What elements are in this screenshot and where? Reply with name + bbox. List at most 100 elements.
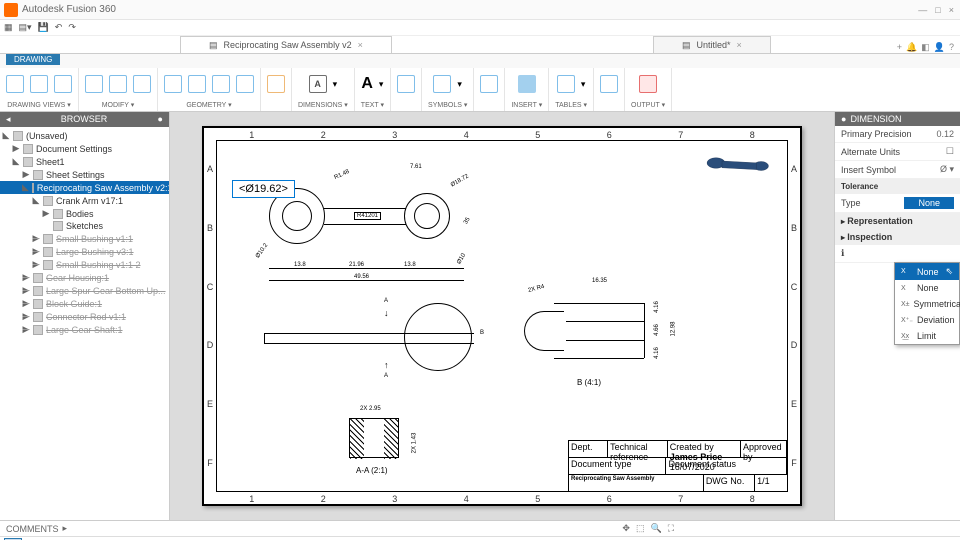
extensions-icon[interactable]: ◧ xyxy=(921,42,930,53)
text-icon[interactable]: A xyxy=(361,75,373,93)
maximize-button[interactable]: □ xyxy=(935,5,940,15)
tree-node[interactable]: ▶Sheet Settings xyxy=(0,168,169,181)
tbl-dropdown-icon[interactable]: ▾ xyxy=(581,79,586,90)
user-icon[interactable]: 👤 xyxy=(934,42,945,53)
move-icon[interactable] xyxy=(85,75,103,93)
tree-node[interactable]: ▶Large Bushing v3:1 xyxy=(0,245,169,258)
panel-info[interactable]: ℹ xyxy=(835,245,960,263)
dimension-edit-input[interactable]: <Ø19.62> xyxy=(232,180,295,198)
dim-2196[interactable]: 21.96 xyxy=(349,262,364,268)
dropdown-item-symmetrical[interactable]: X±Symmetrical xyxy=(895,296,959,312)
pdf-icon[interactable] xyxy=(639,75,657,93)
detail-b-view[interactable] xyxy=(524,293,654,368)
browser-tree[interactable]: ◣(Unsaved)▶Document Settings◣Sheet1▶Shee… xyxy=(0,127,169,520)
detail-circle[interactable] xyxy=(404,303,472,371)
prop-alternate-units[interactable]: Alternate Units☐ xyxy=(835,143,960,161)
dropdown-item-none[interactable]: XNone xyxy=(895,280,959,296)
section-aa-view[interactable] xyxy=(349,418,399,458)
tree-node[interactable]: ▶Bodies xyxy=(0,207,169,220)
ribbon-label[interactable]: SYMBOLS ▾ xyxy=(428,101,467,109)
leader-icon[interactable] xyxy=(397,75,415,93)
tree-node[interactable]: ▶Connector Rod v1:1 xyxy=(0,310,169,323)
section-a-top[interactable]: A xyxy=(384,298,388,304)
rotate-icon[interactable] xyxy=(109,75,127,93)
help-icon[interactable]: ? xyxy=(949,42,954,53)
tree-node[interactable]: ▶Large Gear Shaft:1 xyxy=(0,323,169,336)
tree-node[interactable]: ▶Small Bushing v1:1 2 xyxy=(0,258,169,271)
undo-icon[interactable]: ↶ xyxy=(55,22,63,33)
dim-dropdown-icon[interactable]: ▾ xyxy=(333,79,338,90)
edge-icon[interactable] xyxy=(212,75,230,93)
sketch-icon[interactable] xyxy=(267,75,285,93)
dim-1298[interactable]: 12.98 xyxy=(671,321,677,336)
prop-tolerance-type[interactable]: TypeNone xyxy=(835,194,960,213)
extension-icon[interactable] xyxy=(236,75,254,93)
ribbon-label[interactable]: TABLES ▾ xyxy=(555,101,587,109)
dim-138a[interactable]: 13.8 xyxy=(294,262,306,268)
close-button[interactable]: × xyxy=(949,5,954,15)
pan-icon[interactable]: ✥ xyxy=(622,523,630,534)
table-icon[interactable] xyxy=(557,75,575,93)
tree-node[interactable]: ▶Document Settings xyxy=(0,142,169,155)
save-icon[interactable]: 💾 xyxy=(38,22,49,33)
title-block[interactable]: Dept. Technical reference Created byJame… xyxy=(568,440,788,492)
redo-icon[interactable]: ↷ xyxy=(68,22,76,33)
text-dropdown-icon[interactable]: ▾ xyxy=(379,79,384,90)
detail-b[interactable]: B xyxy=(480,330,484,336)
tree-node[interactable]: Sketches xyxy=(0,220,169,232)
tree-node[interactable]: ▶Large Spur Gear Bottom Up... xyxy=(0,284,169,297)
ribbon-label[interactable]: GEOMETRY ▾ xyxy=(186,101,231,109)
centermark-icon[interactable] xyxy=(188,75,206,93)
tree-node[interactable]: ▶Block Guide:1 xyxy=(0,297,169,310)
dim-2x143[interactable]: 2X 1.43 xyxy=(411,433,417,454)
section-tolerance[interactable]: Tolerance xyxy=(835,179,960,194)
tree-node[interactable]: ▶Gear Housing:1 xyxy=(0,271,169,284)
tree-node[interactable]: ◣(Unsaved) xyxy=(0,129,169,142)
dim-4956[interactable]: 49.56 xyxy=(354,274,369,280)
section-representation[interactable]: ▸ Representation xyxy=(835,213,960,229)
dim-761[interactable]: 7.61 xyxy=(410,164,422,170)
zoom-window-icon[interactable]: ⬚ xyxy=(636,523,645,534)
dim-1635[interactable]: 16.35 xyxy=(592,278,607,284)
ribbon-label[interactable]: OUTPUT ▾ xyxy=(631,101,665,109)
notifications-icon[interactable]: 🔔 xyxy=(906,42,917,53)
add-sheet-button[interactable]: + xyxy=(28,536,36,540)
minimize-button[interactable]: — xyxy=(918,5,927,15)
isometric-view[interactable] xyxy=(700,148,780,178)
ribbon-label[interactable]: INSERT ▾ xyxy=(511,101,542,109)
new-tab-icon[interactable]: + xyxy=(897,42,902,53)
tab-close-icon[interactable]: × xyxy=(737,40,742,50)
drawing-canvas[interactable]: 12345678 12345678 ABCDEF ABCDEF R41201 R… xyxy=(170,112,834,520)
prop-primary-precision[interactable]: Primary Precision0.12 xyxy=(835,126,960,143)
tree-node[interactable]: ◣Crank Arm v17:1 xyxy=(0,194,169,207)
drawing-sheet[interactable]: 12345678 12345678 ABCDEF ABCDEF R41201 R… xyxy=(202,126,802,506)
zoom-icon[interactable]: 🔍 xyxy=(650,523,661,534)
delete-view-icon[interactable] xyxy=(133,75,151,93)
ribbon-label[interactable]: MODIFY ▾ xyxy=(102,101,135,109)
tab-untitled[interactable]: ▤ Untitled* × xyxy=(653,36,771,53)
tab-close-icon[interactable]: × xyxy=(358,40,363,50)
section-inspection[interactable]: ▸ Inspection xyxy=(835,229,960,245)
dim-416a[interactable]: 4.16 xyxy=(654,301,660,313)
tolerance-type-dropdown[interactable]: XNone⇖ XNone X±Symmetrical X⁺₋Deviation … xyxy=(894,262,960,345)
dimension-icon[interactable]: A xyxy=(309,75,327,93)
circle-left-inner[interactable] xyxy=(282,201,312,231)
comments-expand-icon[interactable]: ▸ xyxy=(63,523,68,534)
dim-416b[interactable]: 4.16 xyxy=(654,347,660,359)
fit-icon[interactable]: ⛶ xyxy=(668,523,674,534)
comments-toggle[interactable]: COMMENTS xyxy=(6,524,59,534)
datum-icon[interactable] xyxy=(480,75,498,93)
dim-466[interactable]: 4.66 xyxy=(654,324,660,336)
projected-view-icon[interactable] xyxy=(30,75,48,93)
tree-node[interactable]: ▶Small Bushing v1:1 xyxy=(0,232,169,245)
tree-node[interactable]: ◣Reciprocating Saw Assembly v2:1 xyxy=(0,181,169,194)
grid-icon[interactable]: ▦ xyxy=(4,22,13,33)
dropdown-item-none-sel[interactable]: XNone⇖ xyxy=(895,263,959,280)
dropdown-item-deviation[interactable]: X⁺₋Deviation xyxy=(895,312,959,328)
ribbon-label[interactable]: DRAWING VIEWS ▾ xyxy=(7,101,71,109)
base-view-icon[interactable] xyxy=(6,75,24,93)
circle-right-inner[interactable] xyxy=(414,203,440,229)
tab-saw-assembly[interactable]: ▤ Reciprocating Saw Assembly v2 × xyxy=(180,36,392,53)
tree-node[interactable]: ◣Sheet1 xyxy=(0,155,169,168)
surface-icon[interactable] xyxy=(433,75,451,93)
